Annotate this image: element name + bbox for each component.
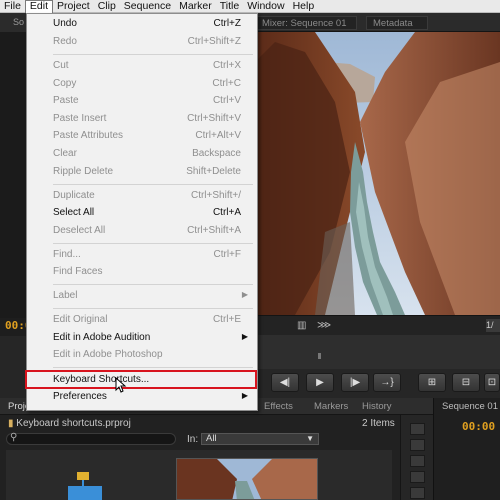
project-search-input[interactable]: ⚲ xyxy=(6,432,176,445)
tab-sequence-01[interactable]: Sequence 01 xyxy=(442,398,498,415)
zoom-ratio-icon[interactable]: 1/ xyxy=(486,319,500,332)
source-controls xyxy=(0,336,26,398)
track-select-tool-icon[interactable] xyxy=(410,439,425,451)
canyon-image xyxy=(255,32,500,315)
program-monitor-controls: ▥ ⋙ 1/ xyxy=(255,315,500,335)
go-to-out-button[interactable]: →} xyxy=(373,373,401,392)
in-filter-select[interactable]: All ▼ xyxy=(201,433,319,445)
menu-item-clear[interactable]: Clear Backspace xyxy=(27,146,257,163)
rolling-edit-tool-icon[interactable] xyxy=(410,471,425,483)
menu-item-paste-insert[interactable]: Paste Insert Ctrl+Shift+V xyxy=(27,111,257,128)
menu-sequence[interactable]: Sequence xyxy=(120,0,175,13)
menu-project[interactable]: Project xyxy=(53,0,94,13)
tab-markers[interactable]: Markers xyxy=(314,400,348,413)
menu-separator xyxy=(53,184,253,185)
source-tab-stub[interactable]: So xyxy=(0,13,26,32)
sequence-thumbnail-icon[interactable] xyxy=(62,472,108,500)
sequence-timecode: 00:00 xyxy=(462,420,496,433)
edit-menu-dropdown: Undo Ctrl+Z Redo Ctrl+Shift+Z Cut Ctrl+X Co… xyxy=(26,13,258,411)
menu-item-edit-in-photoshop[interactable]: Edit in Adobe Photoshop xyxy=(27,347,257,364)
menu-item-select-all[interactable]: Select All Ctrl+A xyxy=(27,205,257,222)
menu-marker[interactable]: Marker xyxy=(175,0,216,13)
menu-item-ripple-delete[interactable]: Ripple Delete Shift+Delete xyxy=(27,164,257,181)
menu-item-redo[interactable]: Redo Ctrl+Shift+Z xyxy=(27,34,257,51)
menu-item-undo[interactable]: Undo Ctrl+Z xyxy=(27,16,257,33)
menu-item-label[interactable]: Label ▶ xyxy=(27,288,257,305)
menu-bar: File Edit Project Clip Sequence Marker T… xyxy=(0,0,500,13)
in-label: In: xyxy=(187,434,199,445)
menu-help[interactable]: Help xyxy=(289,0,319,13)
selection-tool-icon[interactable] xyxy=(410,423,425,435)
menu-separator xyxy=(53,367,253,368)
menu-item-duplicate[interactable]: Duplicate Ctrl+Shift+/ xyxy=(27,188,257,205)
canyon-thumbnail-image xyxy=(177,459,317,499)
source-monitor xyxy=(0,32,26,318)
menu-item-cut[interactable]: Cut Ctrl+X xyxy=(27,58,257,75)
overwrite-button[interactable]: ⊟ xyxy=(452,373,480,392)
safe-margins-icon[interactable]: ▥ xyxy=(297,320,306,331)
rate-stretch-tool-icon[interactable] xyxy=(410,487,425,499)
mouse-pointer-icon xyxy=(115,377,127,393)
menu-title[interactable]: Title xyxy=(216,0,243,13)
submenu-arrow-icon: ▶ xyxy=(241,391,248,400)
menu-separator xyxy=(53,54,253,55)
chevron-down-icon: ▼ xyxy=(306,434,314,443)
menu-item-find[interactable]: Find... Ctrl+F xyxy=(27,247,257,264)
menu-edit[interactable]: Edit xyxy=(24,0,54,13)
menu-file[interactable]: File xyxy=(0,0,25,13)
insert-button[interactable]: ⊞ xyxy=(418,373,446,392)
playhead-marker[interactable] xyxy=(318,353,321,359)
search-icon: ⚲ xyxy=(10,432,18,443)
menu-item-paste-attributes[interactable]: Paste Attributes Ctrl+Alt+V xyxy=(27,128,257,145)
menu-separator xyxy=(53,308,253,309)
play-button[interactable]: ▶ xyxy=(306,373,334,392)
menu-item-edit-original[interactable]: Edit Original Ctrl+E xyxy=(27,312,257,329)
menu-separator xyxy=(53,284,253,285)
tab-history[interactable]: History xyxy=(362,400,392,413)
program-timeline-ruler[interactable] xyxy=(255,335,500,369)
step-back-button[interactable]: ◀| xyxy=(271,373,299,392)
transport-controls: ◀| ▶ |▶ →} ⊞ ⊟ ⊡ xyxy=(255,369,500,398)
tools-panel xyxy=(400,415,433,500)
project-file-name: ▮ Keyboard shortcuts.prproj xyxy=(8,418,131,429)
monitor-tab-bar: Mixer: Sequence 01 Metadata xyxy=(255,13,500,32)
menu-separator xyxy=(53,243,253,244)
project-folder-icon: ▮ xyxy=(8,418,14,429)
submenu-arrow-icon: ▶ xyxy=(241,332,248,341)
step-forward-button[interactable]: |▶ xyxy=(341,373,369,392)
tab-metadata[interactable]: Metadata xyxy=(366,16,428,30)
menu-item-copy[interactable]: Copy Ctrl+C xyxy=(27,76,257,93)
items-count: 2 Items xyxy=(362,418,395,429)
menu-item-preferences[interactable]: Preferences ▶ xyxy=(27,389,257,406)
menu-window[interactable]: Window xyxy=(243,0,288,13)
tab-audio-mixer[interactable]: Mixer: Sequence 01 xyxy=(255,16,357,30)
output-icon[interactable]: ⋙ xyxy=(317,320,331,331)
menu-item-paste[interactable]: Paste Ctrl+V xyxy=(27,93,257,110)
export-frame-button[interactable]: ⊡ xyxy=(484,373,500,392)
clip-thumbnail[interactable] xyxy=(176,458,318,500)
keyboard-shortcuts-highlight xyxy=(25,370,257,389)
menu-item-deselect-all[interactable]: Deselect All Ctrl+Shift+A xyxy=(27,223,257,240)
menu-item-edit-in-audition[interactable]: Edit in Adobe Audition ▶ xyxy=(27,330,257,347)
source-tab-label: So xyxy=(13,17,25,27)
tab-effects[interactable]: Effects xyxy=(264,400,293,413)
menu-item-find-faces[interactable]: Find Faces xyxy=(27,264,257,281)
submenu-arrow-icon: ▶ xyxy=(241,290,248,299)
ripple-edit-tool-icon[interactable] xyxy=(410,455,425,467)
program-monitor-video xyxy=(255,32,500,315)
menu-clip[interactable]: Clip xyxy=(94,0,120,13)
